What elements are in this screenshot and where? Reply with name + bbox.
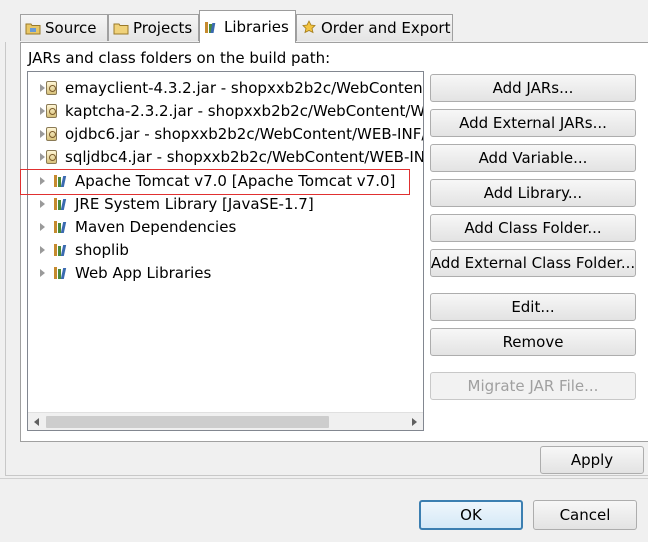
expand-arrow-icon[interactable] (38, 199, 48, 209)
projects-folder-icon (113, 20, 129, 36)
build-path-tree[interactable]: emayclient-4.3.2.jar - shopxxb2b2c/WebCo… (27, 71, 424, 431)
scrollbar-thumb[interactable] (46, 416, 329, 428)
migrate-jar-button[interactable]: Migrate JAR File... (430, 372, 636, 400)
add-external-jars-button[interactable]: Add External JARs... (430, 109, 636, 137)
tab-source[interactable]: Source (20, 14, 108, 41)
cancel-button[interactable]: Cancel (533, 500, 637, 530)
edit-button[interactable]: Edit... (430, 293, 636, 321)
expand-arrow-icon[interactable] (38, 268, 48, 278)
tree-item-apache-tomcat[interactable]: Apache Tomcat v7.0 [Apache Tomcat v7.0] (28, 169, 423, 192)
library-icon (53, 265, 69, 281)
dialog-separator (0, 478, 648, 479)
ok-button[interactable]: OK (419, 500, 523, 530)
horizontal-scrollbar[interactable] (28, 412, 423, 430)
library-icon (53, 219, 69, 235)
tree-item-label: Maven Dependencies (75, 217, 237, 236)
tab-bar: Source Projects Libraries Order and Expo… (0, 0, 648, 43)
add-external-class-folder-button[interactable]: Add External Class Folder... (430, 249, 636, 277)
tab-projects-label: Projects (133, 19, 193, 37)
order-export-icon (301, 20, 317, 36)
library-icon (53, 196, 69, 212)
library-icon (53, 173, 69, 189)
scroll-left-icon[interactable] (30, 416, 44, 428)
tab-libraries-label: Libraries (224, 18, 289, 36)
jar-icon (43, 149, 59, 165)
tree-item-label: emayclient-4.3.2.jar - shopxxb2b2c/WebCo… (65, 78, 423, 97)
build-path-label: JARs and class folders on the build path… (28, 49, 331, 67)
tree-item-label: kaptcha-2.3.2.jar - shopxxb2b2c/WebConte… (65, 101, 424, 120)
source-folder-icon (25, 20, 41, 36)
add-variable-button[interactable]: Add Variable... (430, 144, 636, 172)
add-library-button[interactable]: Add Library... (430, 179, 636, 207)
tree-item-jar[interactable]: sqljdbc4.jar - shopxxb2b2c/WebContent/WE… (28, 145, 423, 168)
tree-item-jre-system-library[interactable]: JRE System Library [JavaSE-1.7] (28, 192, 423, 215)
remove-button[interactable]: Remove (430, 328, 636, 356)
tree-item-web-app-libraries[interactable]: Web App Libraries (28, 261, 423, 284)
jar-icon (43, 80, 59, 96)
tab-source-label: Source (45, 19, 97, 37)
expand-arrow-icon[interactable] (38, 176, 48, 186)
tree-item-maven-dependencies[interactable]: Maven Dependencies (28, 215, 423, 238)
tab-projects[interactable]: Projects (108, 14, 199, 41)
expand-arrow-icon[interactable] (38, 245, 48, 255)
tree-item-jar[interactable]: ojdbc6.jar - shopxxb2b2c/WebContent/WEB-… (28, 122, 423, 145)
expand-arrow-icon[interactable] (38, 222, 48, 232)
tree-item-jar[interactable]: emayclient-4.3.2.jar - shopxxb2b2c/WebCo… (28, 76, 423, 99)
tree-item-label: Web App Libraries (75, 263, 212, 282)
tab-libraries[interactable]: Libraries (199, 10, 296, 43)
library-icon (53, 242, 69, 258)
scroll-right-icon[interactable] (407, 416, 421, 428)
tab-order-export[interactable]: Order and Export (296, 14, 453, 41)
add-class-folder-button[interactable]: Add Class Folder... (430, 214, 636, 242)
tree-item-label: sqljdbc4.jar - shopxxb2b2c/WebContent/WE… (65, 147, 424, 166)
jar-icon (43, 126, 59, 142)
tab-order-export-label: Order and Export (321, 19, 451, 37)
libraries-icon (204, 19, 220, 35)
tree-item-label: JRE System Library [JavaSE-1.7] (75, 194, 314, 213)
tree-item-label: shoplib (75, 240, 129, 259)
apply-button[interactable]: Apply (540, 446, 644, 474)
jar-icon (43, 103, 59, 119)
tree-item-label: ojdbc6.jar - shopxxb2b2c/WebContent/WEB-… (65, 124, 424, 143)
tree-item-jar[interactable]: kaptcha-2.3.2.jar - shopxxb2b2c/WebConte… (28, 99, 423, 122)
add-jars-button[interactable]: Add JARs... (430, 74, 636, 102)
tree-item-shoplib[interactable]: shoplib (28, 238, 423, 261)
tree-item-label: Apache Tomcat v7.0 [Apache Tomcat v7.0] (75, 171, 396, 190)
